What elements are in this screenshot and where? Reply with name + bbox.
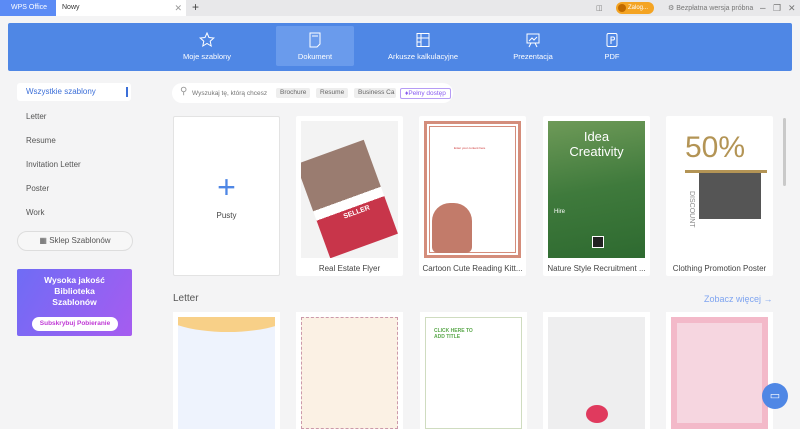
template-card[interactable] [543, 312, 650, 429]
close-tab-icon[interactable]: ✕ [174, 0, 182, 16]
template-card[interactable]: SELLER Real Estate Flyer [296, 116, 403, 276]
template-card[interactable]: Idea Creativity Hire Nature Style Recrui… [543, 116, 650, 276]
template-shop-button[interactable]: ▦ Sklep Szablonów [17, 231, 133, 251]
pdf-icon [606, 33, 618, 47]
see-more-link[interactable]: Zobacz więcej → [704, 294, 773, 304]
search-chip[interactable]: Brochure [276, 88, 311, 98]
search-chip[interactable]: Resume [316, 88, 349, 98]
sidebar-item-work[interactable]: Work [26, 208, 45, 217]
document-icon [309, 32, 321, 48]
chat-icon: ▭ [769, 390, 781, 402]
section-title: Letter [173, 293, 199, 304]
tab-new[interactable]: Nowy ✕ [56, 0, 186, 16]
template-thumbnail [301, 317, 398, 429]
sidebar-item-poster[interactable]: Poster [26, 184, 49, 193]
template-label: Nature Style Recruitment ... [547, 264, 646, 273]
template-card-blank[interactable]: + Pusty [173, 116, 280, 276]
tab-wps-office[interactable]: WPS Office [0, 0, 56, 16]
category-label: Arkusze kalkulacyjne [387, 52, 459, 61]
search-bar: ⚲ Brochure Resume Business Ca ♦Pełny dos… [172, 83, 453, 103]
category-my-templates[interactable]: Moje szablony [168, 26, 246, 66]
premium-badge[interactable]: ♦Pełny dostęp [400, 88, 451, 99]
template-label: Real Estate Flyer [318, 264, 381, 273]
template-label: Cartoon Cute Reading Kitt... [422, 264, 523, 273]
template-label: Pusty [216, 211, 237, 220]
spreadsheet-icon [416, 33, 430, 47]
restore-button[interactable]: ❐ [773, 0, 781, 16]
presentation-icon [526, 33, 540, 48]
plus-icon: + [217, 169, 236, 205]
close-window-button[interactable]: ✕ [788, 0, 796, 16]
template-thumbnail: Enter your content here [424, 121, 521, 258]
category-label: Moje szablony [183, 52, 231, 61]
promo-line: Szablonów [52, 297, 97, 307]
category-bar: Moje szablony Dokument Arkusze kalkulacy… [8, 23, 792, 71]
add-tab-button[interactable]: + [192, 0, 199, 15]
template-card[interactable] [296, 312, 403, 429]
promo-line: Biblioteka [54, 286, 95, 296]
window-layout-icon[interactable]: ◫ [596, 0, 603, 16]
minimize-button[interactable]: – [760, 0, 766, 16]
trial-button[interactable]: ⚙ Bezpłatna wersja próbna [668, 0, 753, 16]
sidebar-item-letter[interactable]: Letter [26, 112, 46, 121]
template-card[interactable] [173, 312, 280, 429]
template-thumbnail: Idea Creativity Hire [548, 121, 645, 258]
template-label: Clothing Promotion Poster [672, 264, 767, 273]
category-pdf[interactable]: PDF [573, 26, 651, 66]
template-thumbnail [548, 317, 645, 429]
gear-icon: ⚙ [668, 5, 677, 12]
sidebar-item-all-templates[interactable]: Wszystkie szablony [17, 83, 131, 101]
category-label: PDF [604, 52, 620, 61]
promo-banner[interactable]: Wysoka jakość Biblioteka Szablonów Subsk… [17, 269, 132, 336]
scrollbar[interactable] [783, 118, 786, 186]
category-label: Dokument [297, 52, 333, 61]
category-presentation[interactable]: Prezentacja [494, 26, 572, 66]
trial-label: Bezpłatna wersja próbna [676, 4, 754, 12]
tab-label: Nowy [62, 4, 80, 11]
star-icon [199, 32, 215, 48]
template-thumbnail: SELLER [301, 121, 398, 258]
template-card[interactable] [666, 312, 773, 429]
template-thumbnail [178, 317, 275, 429]
template-thumbnail [671, 317, 768, 429]
shop-label: Sklep Szablonów [49, 236, 111, 245]
template-card[interactable]: 50% DISCOUNT Clothing Promotion Poster [666, 116, 773, 276]
template-card[interactable]: CLICK HERE TO ADD TITLE [420, 312, 527, 429]
sidebar-item-invitation-letter[interactable]: Invitation Letter [26, 160, 81, 169]
tab-bar: WPS Office Nowy ✕ + ◫ Zalog... ⚙ Bezpłatn… [0, 0, 800, 16]
template-thumbnail: 50% DISCOUNT [671, 121, 768, 258]
template-card[interactable]: Enter your content here Cartoon Cute Rea… [419, 116, 526, 276]
subscribe-button[interactable]: Subskrybuj Pobieranie [32, 317, 118, 331]
login-button[interactable]: Zalog... [616, 2, 654, 14]
search-input[interactable] [192, 87, 272, 99]
category-spreadsheet[interactable]: Arkusze kalkulacyjne [384, 26, 462, 66]
search-chip[interactable]: Business Ca [354, 88, 396, 98]
promo-line: Wysoka jakość [44, 275, 105, 285]
category-document[interactable]: Dokument [276, 26, 354, 66]
template-thumbnail: CLICK HERE TO ADD TITLE [425, 317, 522, 429]
arrow-right-icon: → [763, 294, 773, 304]
chat-support-button[interactable]: ▭ [762, 383, 788, 409]
shop-icon: ▦ [39, 236, 50, 245]
search-icon: ⚲ [180, 86, 188, 97]
category-label: Prezentacja [513, 52, 553, 61]
sidebar-item-resume[interactable]: Resume [26, 136, 56, 145]
